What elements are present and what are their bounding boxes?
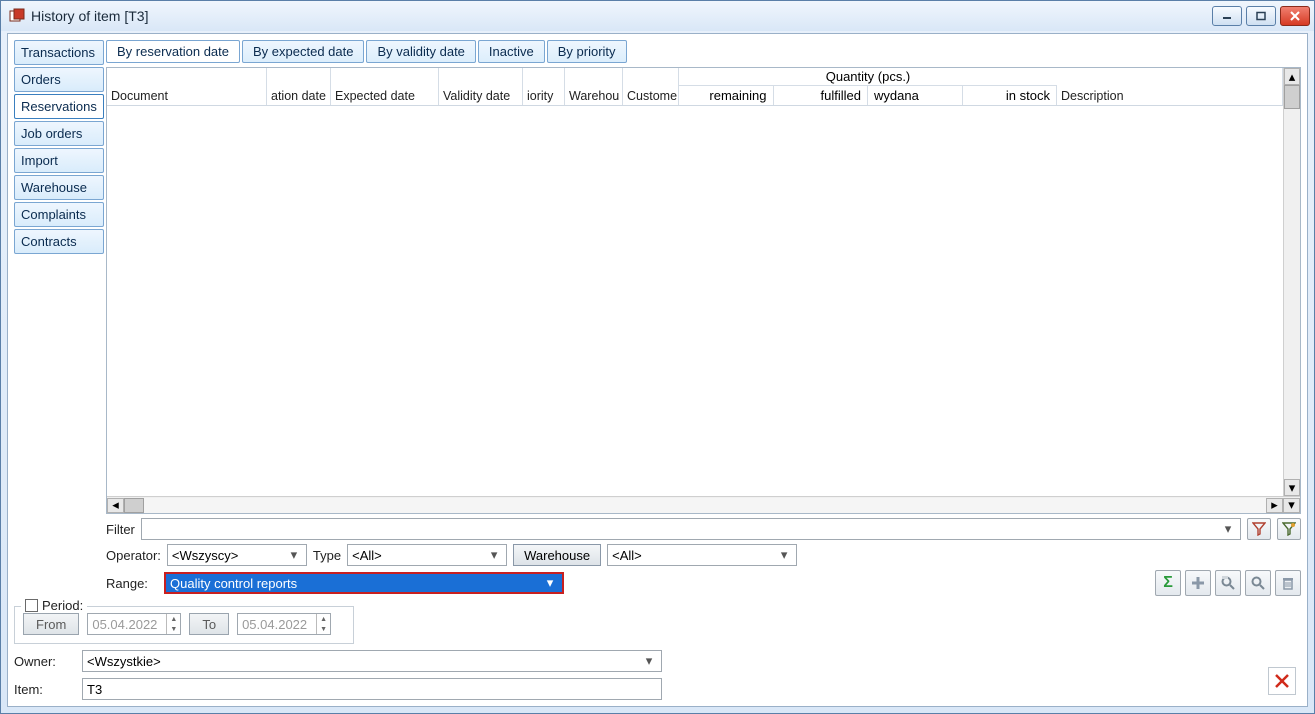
range-select[interactable]: Quality control reports ▾ bbox=[164, 572, 564, 594]
delete-button[interactable] bbox=[1275, 570, 1301, 596]
tab-by-reservation-date[interactable]: By reservation date bbox=[106, 40, 240, 63]
col-document[interactable]: Document bbox=[107, 68, 267, 105]
date-from-input[interactable]: ▲▼ bbox=[87, 613, 181, 635]
filter-config-button[interactable] bbox=[1277, 518, 1301, 540]
side-tab-transactions[interactable]: Transactions bbox=[14, 40, 104, 65]
scroll-down-icon[interactable]: ▾ bbox=[1284, 479, 1300, 496]
type-select[interactable]: <All> ▾ bbox=[347, 544, 507, 566]
scroll-thumb-h[interactable] bbox=[124, 498, 144, 513]
chevron-down-icon[interactable]: ▾ bbox=[486, 547, 502, 563]
side-tab-reservations[interactable]: Reservations bbox=[14, 94, 104, 119]
side-tab-complaints[interactable]: Complaints bbox=[14, 202, 104, 227]
col-remaining[interactable]: remaining bbox=[679, 86, 774, 105]
col-description[interactable]: Description bbox=[1057, 68, 1283, 105]
app-icon bbox=[9, 8, 25, 24]
spin-down-icon[interactable]: ▼ bbox=[166, 624, 180, 634]
scroll-right-icon[interactable]: ▸ bbox=[1266, 498, 1283, 513]
side-tab-contracts[interactable]: Contracts bbox=[14, 229, 104, 254]
operator-select[interactable]: <Wszyscy> ▾ bbox=[167, 544, 307, 566]
item-label: Item: bbox=[14, 682, 74, 697]
owner-label: Owner: bbox=[14, 654, 74, 669]
to-button[interactable]: To bbox=[189, 613, 229, 635]
dialog-close-button[interactable] bbox=[1268, 667, 1296, 695]
col-validity-date[interactable]: Validity date bbox=[439, 68, 523, 105]
scroll-end-icon[interactable]: ▾ bbox=[1283, 498, 1300, 513]
chevron-down-icon[interactable]: ▾ bbox=[286, 547, 302, 563]
owner-value: <Wszystkie> bbox=[87, 654, 161, 669]
tab-by-priority[interactable]: By priority bbox=[547, 40, 627, 63]
tab-by-validity-date[interactable]: By validity date bbox=[366, 40, 475, 63]
warehouse-button[interactable]: Warehouse bbox=[513, 544, 601, 566]
chevron-down-icon[interactable]: ▾ bbox=[641, 653, 657, 669]
spin-up-icon[interactable]: ▲ bbox=[166, 614, 180, 624]
spin-down-icon[interactable]: ▼ bbox=[316, 624, 330, 634]
col-warehouse[interactable]: Warehou bbox=[565, 68, 623, 105]
warehouse-select[interactable]: <All> ▾ bbox=[607, 544, 797, 566]
col-ation-date[interactable]: ation date bbox=[267, 68, 331, 105]
top-tabs: By reservation date By expected date By … bbox=[106, 40, 1301, 63]
range-value: Quality control reports bbox=[170, 576, 297, 591]
col-customer[interactable]: Custome bbox=[623, 68, 679, 105]
horizontal-scrollbar[interactable]: ◂ ▸ ▾ bbox=[107, 496, 1300, 513]
side-tab-job-orders[interactable]: Job orders bbox=[14, 121, 104, 146]
period-label: Period: bbox=[42, 598, 83, 613]
operator-label: Operator: bbox=[106, 548, 161, 563]
side-tab-orders[interactable]: Orders bbox=[14, 67, 104, 92]
from-button[interactable]: From bbox=[23, 613, 79, 635]
search-button[interactable] bbox=[1245, 570, 1271, 596]
chevron-down-icon[interactable]: ▾ bbox=[542, 575, 558, 591]
grid: Document ation date Expected date Validi… bbox=[106, 67, 1301, 514]
type-value: <All> bbox=[352, 548, 382, 563]
period-checkbox[interactable] bbox=[25, 599, 38, 612]
type-label: Type bbox=[313, 548, 341, 563]
maximize-button[interactable] bbox=[1246, 6, 1276, 26]
scroll-left-icon[interactable]: ◂ bbox=[107, 498, 124, 513]
range-label: Range: bbox=[106, 576, 158, 591]
filter-input[interactable]: ▾ bbox=[141, 518, 1241, 540]
owner-select[interactable]: <Wszystkie> ▾ bbox=[82, 650, 662, 672]
tab-by-expected-date[interactable]: By expected date bbox=[242, 40, 364, 63]
spin-up-icon[interactable]: ▲ bbox=[316, 614, 330, 624]
col-wydana[interactable]: wydana bbox=[868, 86, 963, 105]
col-in-stock[interactable]: in stock bbox=[963, 86, 1058, 105]
col-priority[interactable]: iority bbox=[523, 68, 565, 105]
period-group: Period: From ▲▼ To ▲▼ bbox=[14, 606, 354, 644]
filter-funnel-button[interactable] bbox=[1247, 518, 1271, 540]
window-frame: History of item [T3] Transactions Orders… bbox=[0, 0, 1315, 714]
side-tab-warehouse[interactable]: Warehouse bbox=[14, 175, 104, 200]
date-to-input[interactable]: ▲▼ bbox=[237, 613, 331, 635]
col-expected-date[interactable]: Expected date bbox=[331, 68, 439, 105]
side-tab-import[interactable]: Import bbox=[14, 148, 104, 173]
date-to-value[interactable] bbox=[238, 617, 316, 632]
chevron-down-icon[interactable]: ▾ bbox=[1220, 521, 1236, 537]
col-quantity[interactable]: Quantity (pcs.) bbox=[679, 68, 1057, 86]
scroll-up-icon[interactable]: ▴ bbox=[1284, 68, 1300, 85]
add-button[interactable] bbox=[1185, 570, 1211, 596]
grid-body[interactable] bbox=[107, 106, 1300, 496]
col-fulfilled[interactable]: fulfilled bbox=[774, 86, 869, 105]
filter-label: Filter bbox=[106, 522, 135, 537]
tab-inactive[interactable]: Inactive bbox=[478, 40, 545, 63]
titlebar: History of item [T3] bbox=[1, 1, 1314, 31]
preview-button[interactable] bbox=[1215, 570, 1241, 596]
operator-value: <Wszyscy> bbox=[172, 548, 238, 563]
close-button[interactable] bbox=[1280, 6, 1310, 26]
minimize-button[interactable] bbox=[1212, 6, 1242, 26]
date-from-value[interactable] bbox=[88, 617, 166, 632]
side-tabs: Transactions Orders Reservations Job ord… bbox=[14, 40, 104, 596]
chevron-down-icon[interactable]: ▾ bbox=[776, 547, 792, 563]
item-value: T3 bbox=[87, 682, 102, 697]
vertical-scrollbar[interactable]: ▴ ▾ bbox=[1283, 68, 1300, 496]
window-title: History of item [T3] bbox=[31, 8, 1212, 24]
client-area: Transactions Orders Reservations Job ord… bbox=[7, 33, 1308, 707]
scroll-thumb[interactable] bbox=[1284, 85, 1300, 109]
warehouse-value: <All> bbox=[612, 548, 642, 563]
sum-button[interactable]: Σ bbox=[1155, 570, 1181, 596]
item-input[interactable]: T3 bbox=[82, 678, 662, 700]
